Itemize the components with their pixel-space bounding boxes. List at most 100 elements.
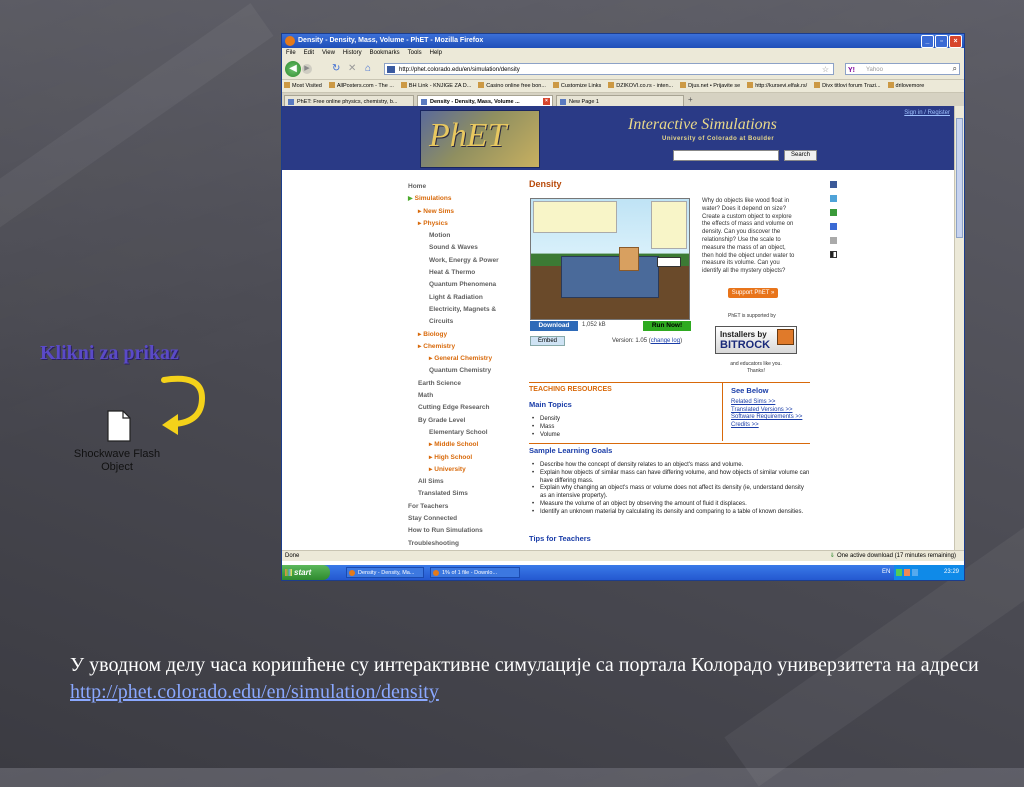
bookmark-item[interactable]: Most Visited [284,80,322,92]
related-sims-link[interactable]: Related Sims >> [731,399,802,407]
nav-item[interactable]: Stay Connected [408,513,518,525]
nav-item[interactable]: By Grade Level [408,415,518,427]
nav-item[interactable]: Electricity, Magnets & [408,304,518,316]
thanks-text: and educators like you. Thanks! [722,361,790,375]
embed-button[interactable]: Embed [530,336,565,346]
bookmark-item[interactable]: Divx titlovi forum Trazi... [814,80,880,92]
nav-item[interactable]: Sound & Waves [408,242,518,254]
language-indicator[interactable]: EN [882,565,890,580]
bookmark-item[interactable]: Casino online free bon... [478,80,546,92]
nav-item[interactable]: Earth Science [408,378,518,390]
bitrock-line2: BITROCK [720,339,770,351]
translated-versions-link[interactable]: Translated Versions >> [731,407,802,415]
list-item: Volume [540,432,560,440]
list-item: Explain how objects of similar mass can … [540,470,810,486]
nav-item[interactable]: Middle School [408,439,518,451]
delicious-icon[interactable] [830,223,837,230]
bookmark-item[interactable]: BH Link - KNJIGE ZA D... [401,80,471,92]
nav-item[interactable]: Math [408,390,518,402]
menu-file[interactable]: File [286,48,296,59]
nav-item[interactable]: University [408,464,518,476]
menu-history[interactable]: History [343,48,362,59]
nav-item[interactable]: Translated Sims [408,488,518,500]
support-phet-button[interactable]: Support PhET » [728,288,778,298]
start-button[interactable]: start [282,565,330,580]
forward-icon[interactable]: ▶ [302,64,312,74]
nav-item[interactable]: General Chemistry [408,353,518,365]
home-icon[interactable]: ⌂ [365,63,371,74]
flash-file-icon[interactable] [107,410,131,442]
close-tab-icon[interactable]: × [543,98,550,105]
new-tab-icon[interactable]: + [688,95,693,104]
menu-view[interactable]: View [322,48,335,59]
nav-item[interactable]: New Sims [408,206,518,218]
nav-item[interactable]: Light & Radiation [408,292,518,304]
nav-item[interactable]: Physics [408,218,518,230]
nav-item[interactable]: Circuits [408,316,518,328]
nav-item[interactable]: Simulations [408,193,518,205]
menu-tools[interactable]: Tools [408,48,422,59]
klikni-za-prikaz-text[interactable]: Klikni za prikaz [40,342,179,365]
phet-logo[interactable]: PhET [420,110,540,168]
nav-item[interactable]: Elementary School [408,427,518,439]
bookmark-item[interactable]: Customize Links [553,80,601,92]
nav-item[interactable]: For Teachers [408,501,518,513]
minimize-button[interactable]: _ [921,35,934,48]
share-icon[interactable] [830,251,837,258]
stop-icon[interactable]: ✕ [348,63,356,74]
nav-item[interactable]: High School [408,452,518,464]
bitrock-logo[interactable]: Installers by BITROCK [715,326,797,354]
search-icon[interactable]: ⌕ [953,63,957,75]
nav-item[interactable]: Home [408,181,518,193]
browser-screenshot[interactable]: Density - Density, Mass, Volume - PhET -… [281,33,965,581]
nav-item[interactable]: Quantum Phenomena [408,279,518,291]
nav-item[interactable]: How to Run Simulations [408,525,518,537]
nav-item[interactable]: Cutting Edge Research [408,402,518,414]
bookmark-item[interactable]: drilovemore [888,80,925,92]
taskbar-item-firefox[interactable]: Density - Density, Ma... [346,567,424,578]
bookmark-star-icon[interactable]: ☆ [822,64,829,76]
nav-item[interactable]: Motion [408,230,518,242]
reload-icon[interactable]: ↻ [332,63,340,74]
sim-screenshot[interactable] [530,198,690,320]
bookmark-item[interactable]: DZIKOVI.co.rs - inten... [608,80,673,92]
bookmark-item[interactable]: AllPosters.com - The ... [329,80,394,92]
search-field[interactable]: Y! Yahoo ⌕ [845,63,960,75]
tray-icons[interactable] [896,569,924,576]
url-field[interactable]: http://phet.colorado.edu/en/simulation/d… [384,63,834,75]
download-status[interactable]: One active download (17 minutes remainin… [830,551,956,562]
nav-item[interactable]: Quantum Chemistry [408,365,518,377]
teaching-resources-heading: TEACHING RESOURCES [529,386,612,393]
page-scrollbar[interactable] [954,106,964,550]
taskbar-item-download[interactable]: 1% of 1 file - Downlo... [430,567,520,578]
maximize-button[interactable]: ▫ [935,35,948,48]
tab-label: New Page 1 [569,99,599,105]
digg-icon[interactable] [830,237,837,244]
bookmark-item[interactable]: http://kursevi.elfak.rs/ [747,80,807,92]
download-button[interactable]: Download [530,321,578,331]
nav-item[interactable]: Chemistry [408,341,518,353]
nav-item[interactable]: Work, Energy & Power [408,255,518,267]
menu-help[interactable]: Help [430,48,442,59]
phet-search-button[interactable]: Search [784,150,817,161]
menu-bookmarks[interactable]: Bookmarks [370,48,400,59]
facebook-icon[interactable] [830,181,837,188]
nav-item[interactable]: Heat & Thermo [408,267,518,279]
bookmark-item[interactable]: Djus.net • Prijavite se [680,80,740,92]
stumbleupon-icon[interactable] [830,209,837,216]
sign-in-link[interactable]: Sign in / Register [904,110,950,116]
change-log-link[interactable]: change log [651,338,680,344]
back-icon[interactable]: ◀ [285,61,301,77]
menu-edit[interactable]: Edit [304,48,314,59]
phet-density-link[interactable]: http://phet.colorado.edu/en/simulation/d… [70,681,439,703]
close-button[interactable]: × [949,35,962,48]
nav-item[interactable]: All Sims [408,476,518,488]
credits-link[interactable]: Credits >> [731,422,802,430]
nav-item[interactable]: Biology [408,329,518,341]
twitter-icon[interactable] [830,195,837,202]
run-now-button[interactable]: Run Now! [643,321,691,331]
scrollbar-thumb[interactable] [956,118,963,238]
software-requirements-link[interactable]: Software Requirements >> [731,414,802,422]
nav-item[interactable]: Troubleshooting [408,538,518,550]
phet-search-input[interactable] [673,150,779,161]
